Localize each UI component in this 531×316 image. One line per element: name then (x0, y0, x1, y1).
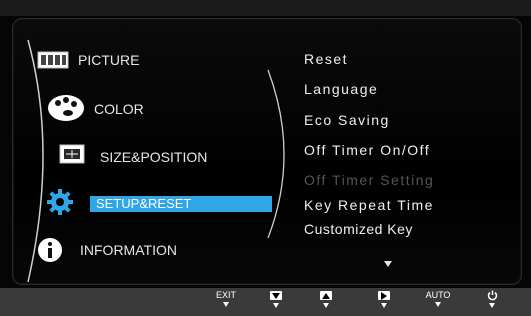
info-icon (36, 236, 64, 264)
scroll-down-arrow-icon[interactable] (384, 261, 392, 267)
menu-item-label: SIZE&POSITION (100, 149, 208, 165)
down-pointer-icon (273, 303, 279, 308)
enter-button[interactable] (366, 290, 402, 316)
gear-icon (44, 186, 76, 218)
menu-item-label: COLOR (94, 101, 144, 117)
down-pointer-icon (489, 303, 495, 308)
down-arrow-key-icon (270, 290, 282, 301)
down-pointer-icon (435, 302, 441, 307)
menu-item-label: INFORMATION (80, 242, 177, 258)
down-pointer-icon (381, 303, 387, 308)
power-button[interactable] (474, 290, 510, 316)
submenu-item-customized-key[interactable]: Customized Key (304, 221, 413, 237)
picture-icon (36, 50, 70, 70)
menu-item-setup-reset[interactable]: SETUP&RESET (90, 192, 272, 216)
exit-button-label: EXIT (215, 290, 236, 300)
down-pointer-icon (323, 303, 329, 308)
auto-button-label: AUTO (425, 290, 451, 300)
down-button[interactable] (258, 290, 294, 316)
auto-button[interactable]: AUTO (420, 290, 456, 316)
size-position-icon (58, 143, 86, 165)
up-arrow-key-icon (320, 290, 332, 301)
submenu-item-key-repeat-time[interactable]: Key Repeat Time (304, 197, 434, 213)
exit-button[interactable]: EXIT (208, 290, 244, 316)
up-button[interactable] (308, 290, 344, 316)
submenu-item-eco-saving[interactable]: Eco Saving (304, 112, 390, 128)
palette-icon (46, 92, 86, 124)
enter-key-icon (378, 290, 390, 301)
submenu-item-off-timer-setting: Off Timer Setting (304, 172, 435, 188)
menu-item-picture[interactable]: PICTURE (78, 48, 139, 72)
submenu-item-language[interactable]: Language (304, 81, 378, 97)
menu-item-label: SETUP&RESET (90, 196, 272, 212)
submenu-item-reset[interactable]: Reset (304, 51, 348, 67)
submenu-item-off-timer-onoff[interactable]: Off Timer On/Off (304, 142, 430, 158)
menu-item-size-position[interactable]: SIZE&POSITION (100, 145, 207, 169)
menu-item-label: PICTURE (78, 52, 140, 68)
menu-item-color[interactable]: COLOR (94, 97, 144, 121)
menu-item-information[interactable]: INFORMATION (80, 238, 177, 262)
power-icon (487, 290, 498, 301)
down-pointer-icon (223, 302, 229, 307)
